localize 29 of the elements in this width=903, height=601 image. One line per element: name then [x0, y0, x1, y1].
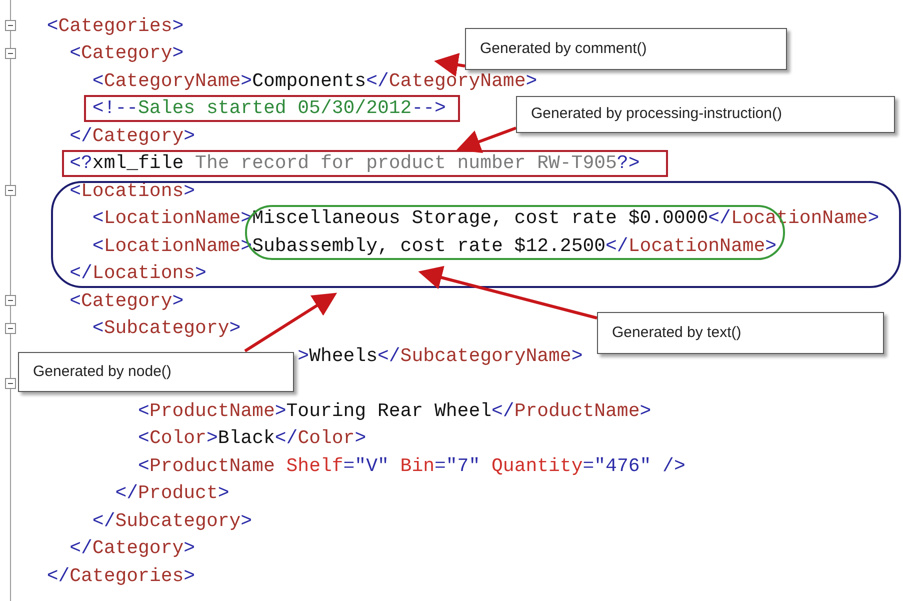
code-line: </Category>	[70, 537, 196, 560]
code-line: <?xml_file The record for product number RW-T905?>	[70, 152, 640, 174]
collapse-icon[interactable]	[5, 295, 16, 306]
arrow	[456, 126, 517, 153]
collapse-icon[interactable]	[5, 185, 16, 196]
code-line: <Category>	[70, 42, 184, 64]
collapse-icon[interactable]	[5, 20, 16, 32]
code-line: </Categories>	[46, 564, 196, 587]
callout-box: Generated by node()	[18, 352, 294, 392]
callout-box: Generated by processing-instruction()	[516, 96, 895, 133]
collapse-icon[interactable]	[5, 378, 16, 389]
callout-box: Generated by comment()	[465, 28, 787, 70]
code-line: >Wheels</SubcategoryName>	[298, 344, 583, 367]
code-line: </Subcategory>	[92, 510, 252, 532]
code-line: </Product>	[115, 482, 230, 504]
code-line: <Category>	[70, 290, 184, 312]
code-line: <ProductName>Touring Rear Wheel</ProductName>	[138, 400, 652, 422]
callout-box: Generated by text()	[597, 312, 884, 354]
code-line: <Color>Black</Color>	[138, 427, 366, 450]
code-line: <ProductName Shelf="V" Bin="7" Quantity="476" />	[138, 454, 686, 477]
code-line: <Subcategory>	[92, 317, 241, 340]
collapse-icon[interactable]	[5, 48, 16, 59]
code-line: <!--Sales started 05/30/2012-->	[92, 97, 446, 120]
collapse-icon[interactable]	[5, 322, 16, 334]
code-line: <Categories>	[46, 14, 184, 37]
code-line: </Category>	[70, 124, 196, 147]
code-line: <CategoryName>Components</CategoryName>	[92, 70, 538, 92]
code-line: <Locations>	[70, 180, 196, 202]
code-line: </Locations>	[70, 262, 206, 284]
